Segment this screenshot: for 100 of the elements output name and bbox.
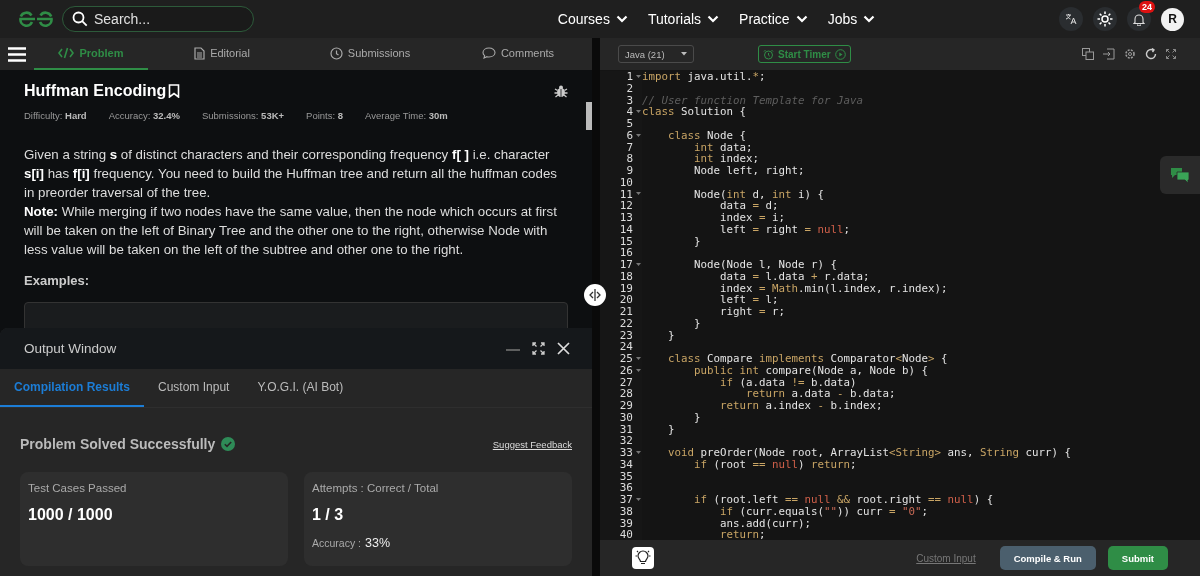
line-number: 28 xyxy=(619,388,633,400)
line-number: 6 xyxy=(626,129,633,142)
scrollbar[interactable] xyxy=(586,102,592,130)
output-tab[interactable]: Compilation Results xyxy=(0,369,144,407)
close-icon[interactable] xyxy=(557,342,570,355)
submit-button[interactable]: Submit xyxy=(1107,546,1168,570)
translate-button[interactable] xyxy=(1059,7,1083,31)
code-line: if (root.left == null && root.right == null) { xyxy=(693,494,994,506)
output-window-title: Output Window xyxy=(24,341,118,356)
fold-arrow-icon[interactable] xyxy=(635,368,641,373)
document-icon xyxy=(194,46,206,60)
line-number: 9 xyxy=(626,165,633,177)
problem-tab[interactable]: Problem xyxy=(34,38,148,70)
user-avatar[interactable]: R xyxy=(1161,7,1184,31)
nav-menu[interactable]: Practice xyxy=(739,11,808,27)
play-icon xyxy=(834,48,846,60)
nav-menu[interactable]: Tutorials xyxy=(647,11,720,27)
fold-arrow-icon[interactable] xyxy=(635,192,641,197)
fold-arrow-icon[interactable] xyxy=(635,110,641,115)
lightbulb-icon xyxy=(635,550,651,566)
nav-menu[interactable]: Jobs xyxy=(827,11,876,27)
problem-title: Huffman Encoding xyxy=(24,82,167,100)
code-line: ans.add(curr); xyxy=(719,517,811,530)
output-tab[interactable]: Y.O.G.I. (AI Bot) xyxy=(243,369,358,407)
code-line: } xyxy=(693,411,701,424)
code-line: if (root == null) return; xyxy=(693,458,857,471)
problem-meta: Accuracy: 32.4% xyxy=(108,110,180,121)
code-icon xyxy=(58,47,75,59)
reset-button[interactable] xyxy=(1145,48,1157,60)
line-number: 39 xyxy=(619,517,633,530)
line-number: 26 xyxy=(619,364,633,377)
line-number: 1 xyxy=(626,71,633,83)
code-line: } xyxy=(693,235,701,248)
line-number: 32 xyxy=(619,435,633,447)
problem-tab[interactable]: Comments xyxy=(444,38,592,70)
code-line: left = l; xyxy=(719,294,779,306)
fold-arrow-icon[interactable] xyxy=(635,262,641,267)
chat-button[interactable] xyxy=(1160,156,1200,194)
code-line: Node left, right; xyxy=(693,165,805,177)
copy-button[interactable] xyxy=(1082,48,1094,60)
examples-heading: Examples: xyxy=(24,273,91,288)
search-field[interactable]: Search... xyxy=(62,6,254,32)
settings-button[interactable] xyxy=(1124,48,1136,60)
code-line: } xyxy=(693,317,701,330)
line-number: 17 xyxy=(619,259,633,271)
fold-arrow-icon[interactable] xyxy=(635,133,641,138)
language-select[interactable]: Java (21) xyxy=(618,45,694,63)
fold-arrow-icon[interactable] xyxy=(635,497,641,502)
line-number: 7 xyxy=(626,141,633,154)
bug-icon[interactable] xyxy=(554,84,568,98)
expand-icon[interactable] xyxy=(532,342,545,355)
hint-button[interactable] xyxy=(632,547,654,569)
compile-run-button[interactable]: Compile & Run xyxy=(999,546,1096,570)
import-button[interactable] xyxy=(1103,48,1115,60)
problem-meta: Difficulty: Hard xyxy=(24,110,87,121)
code-line: index = Math.min(l.index, r.index); xyxy=(719,282,948,295)
code-line: Node(int d, int i) { xyxy=(693,188,825,201)
code-line: return a.index - b.index; xyxy=(719,400,883,412)
problem-meta: Average Time: 30m xyxy=(365,110,448,121)
line-number: 37 xyxy=(619,494,633,506)
comment-icon xyxy=(481,47,496,59)
output-tab[interactable]: Custom Input xyxy=(144,369,244,407)
code-line: class Node { xyxy=(667,129,747,142)
problem-tab[interactable]: Submissions xyxy=(296,38,444,70)
code-line: void preOrder(Node root, ArrayList<String> ans, String curr) { xyxy=(667,447,1072,459)
search-icon xyxy=(72,11,88,27)
result-status: Problem Solved Successfully xyxy=(20,436,216,452)
refresh-icon xyxy=(1145,48,1157,60)
line-number: 4 xyxy=(626,106,633,118)
check-circle-icon xyxy=(221,437,236,451)
problem-statement: Given a string s of distinct characters and their corresponding frequency f[ ] i.e. character s[i] has f[i] frequency. You need to build the Huffman tree and return all the huffman codes in preorder traversal of the tree. xyxy=(24,146,558,202)
line-number: 16 xyxy=(619,247,633,259)
code-line: class Solution { xyxy=(642,106,747,118)
code-line: if (curr.equals("")) curr = "0"; xyxy=(720,505,929,518)
fold-arrow-icon[interactable] xyxy=(635,356,641,361)
fold-arrow-icon[interactable] xyxy=(635,74,641,79)
line-number: 11 xyxy=(619,188,633,201)
nav-menu[interactable]: Courses xyxy=(557,11,628,27)
line-number: 38 xyxy=(619,505,633,518)
problem-tab[interactable]: Editorial xyxy=(148,38,296,70)
line-number: 22 xyxy=(619,317,633,330)
theme-toggle[interactable] xyxy=(1093,7,1117,31)
line-number: 30 xyxy=(619,411,633,424)
expand-icon xyxy=(1166,49,1176,59)
start-timer-button[interactable]: Start Timer xyxy=(758,45,851,63)
line-number: 2 xyxy=(626,82,633,95)
minimize-icon[interactable] xyxy=(506,346,520,351)
suggest-feedback-link[interactable]: Suggest Feedback xyxy=(492,438,572,450)
settings-icon xyxy=(1124,48,1136,60)
card-label: Attempts : Correct / Total xyxy=(312,482,440,494)
code-line: public int compare(Node a, Node b) { xyxy=(693,364,929,377)
fold-arrow-icon[interactable] xyxy=(635,450,641,455)
fullscreen-button[interactable] xyxy=(1166,49,1176,59)
line-number: 13 xyxy=(619,212,633,224)
code-line: class Compare implements Comparator<Node> { xyxy=(667,353,948,365)
card-label: Test Cases Passed xyxy=(28,482,128,494)
chat-bubbles-icon xyxy=(1171,167,1189,183)
bookmark-icon[interactable] xyxy=(168,84,181,98)
logo-icon[interactable] xyxy=(18,11,54,27)
code-line: Node(Node l, Node r) { xyxy=(693,259,837,271)
